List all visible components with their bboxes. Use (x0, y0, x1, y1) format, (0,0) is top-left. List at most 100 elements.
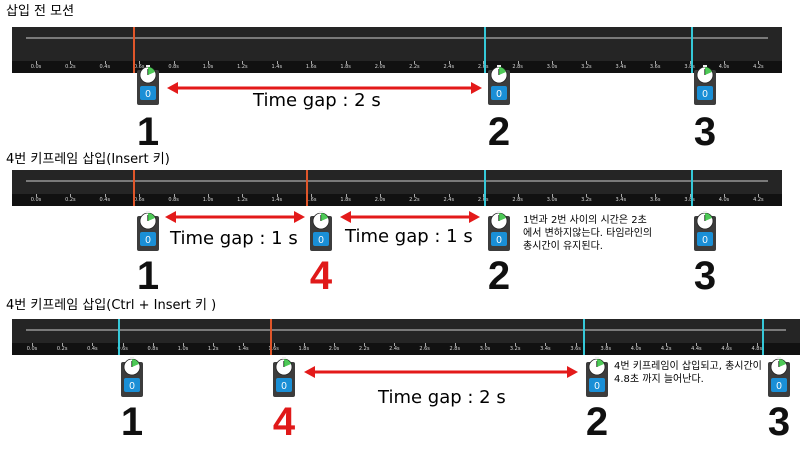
scale-tick-label: 1.2s (207, 346, 219, 352)
scale-tick-label: 3.6s (649, 197, 661, 203)
keyframe-stopwatch-icon[interactable]: 0 (585, 356, 609, 398)
scale-tick-label: 2.8s (512, 64, 523, 70)
svg-text:0: 0 (594, 381, 600, 392)
double-arrow-icon (165, 211, 305, 223)
keyframe-number: 1 (136, 254, 160, 298)
keyframe-stopwatch-icon[interactable]: 0 (136, 210, 160, 252)
keyframe-stopwatch-icon[interactable]: 0 (767, 356, 791, 398)
scale-tick-label: 2.4s (443, 64, 455, 70)
scale-tick-label: 1.8s (298, 346, 310, 352)
scale-tick-label: 1.2s (237, 197, 248, 203)
scale-tick-label: 0.0s (30, 64, 42, 70)
scale-tick-label: 1.0s (202, 197, 214, 203)
keyframe-stopwatch-icon[interactable]: 0 (487, 64, 511, 106)
scale-tick-label: 0.8s (168, 197, 179, 203)
section-title: 4번 키프레임 삽입(Ctrl + Insert 키 ) (6, 298, 217, 313)
time-gap-label: Time gap : 2 s (253, 90, 381, 111)
scale-tick-label: 3.2s (581, 64, 592, 70)
scale-tick-label: 0.4s (99, 64, 111, 70)
scale-tick-label: 4.2s (753, 197, 764, 203)
svg-text:0: 0 (145, 235, 151, 246)
svg-text:0: 0 (702, 235, 708, 246)
keyframe-number: 2 (585, 400, 609, 444)
scale-tick-label: 0.0s (26, 346, 38, 352)
keyframe-number: 3 (693, 110, 717, 154)
keyframe-3-marker[interactable] (762, 319, 764, 355)
keyframe-2-marker[interactable] (583, 319, 585, 355)
scale-tick-label: 1.0s (202, 64, 214, 70)
scale-tick-label: 3.0s (546, 64, 558, 70)
timeline-track[interactable] (26, 329, 786, 331)
scale-tick-label: 2.2s (409, 64, 420, 70)
scale-tick-label: 0.4s (99, 197, 111, 203)
keyframe-stopwatch-icon[interactable]: 0 (487, 210, 511, 252)
keyframe-number: 2 (487, 254, 511, 298)
keyframe-stopwatch-icon[interactable]: 0 (693, 210, 717, 252)
keyframe-2-marker[interactable] (484, 170, 486, 206)
explanation-note: 1번과 2번 사이의 시간은 2초 에서 변하지않는다. 타임라인의 총시간이 … (523, 215, 653, 252)
scale-tick-label: 3.8s (684, 197, 695, 203)
scale-tick-label: 0.4s (87, 346, 98, 352)
section-title: 4번 키프레임 삽입(Insert 키) (6, 152, 170, 167)
keyframe-4-marker[interactable] (306, 170, 308, 206)
playhead-marker[interactable] (118, 319, 120, 355)
scale-tick-label: 1.4s (238, 346, 249, 352)
keyframe-2-marker[interactable] (484, 27, 486, 73)
keyframe-number: 1 (120, 400, 144, 444)
scale-tick-label: 2.0s (328, 346, 340, 352)
svg-text:0: 0 (496, 89, 502, 100)
scale-tick-label: 0.0s (30, 197, 42, 203)
scale-tick-label: 1.8s (340, 197, 351, 203)
timeline-panel[interactable]: 0.0s 0.2s 0.4s 0.6s 0.8s 1.0s 1.2s 1.4s 1.6s 1.8s… (12, 27, 782, 73)
keyframe-stopwatch-icon[interactable]: 0 (272, 356, 296, 398)
scale-tick-label: 0.2s (65, 197, 76, 203)
timeline-track[interactable] (26, 180, 768, 182)
keyframe-stopwatch-icon[interactable]: 0 (120, 356, 144, 398)
timeline-track[interactable] (26, 37, 768, 39)
scale-tick-label: 1.8s (340, 64, 351, 70)
scale-tick-label: 2.6s (419, 346, 430, 352)
svg-text:0: 0 (496, 235, 502, 246)
scale-tick-label: 2.4s (389, 346, 400, 352)
keyframe-number: 3 (693, 254, 717, 298)
scale-tick-label: 4.2s (753, 64, 764, 70)
svg-text:0: 0 (702, 89, 708, 100)
scale-tick-label: 3.2s (509, 346, 521, 352)
scale-tick-label: 3.4s (615, 64, 627, 70)
timeline-panel[interactable]: 0.0s 0.2s 0.4s 0.6s 0.8s 1.0s 1.2s 1.4s 1.6s 1.8s… (12, 170, 782, 206)
time-gap-label: Time gap : 1 s (170, 228, 298, 249)
explanation-note: 4번 키프레임이 삽입되고, 총시간이 4.8초 까지 늘어난다. (614, 361, 762, 385)
keyframe-3-marker[interactable] (691, 170, 693, 206)
scale-tick-label: 2.8s (512, 197, 523, 203)
scale-tick-label: 0.2s (65, 64, 76, 70)
time-scale: 0.0s 0.2s 0.4s 0.6s 0.8s 1.0s 1.2s 1.4s 1.6s 1.8s… (12, 61, 782, 73)
keyframe-number: 4 (309, 254, 333, 298)
scale-tick-label: 3.4s (615, 197, 627, 203)
scale-tick-label: 1.4s (271, 197, 283, 203)
scale-tick-label: 2.0s (374, 197, 386, 203)
time-gap-label: Time gap : 2 s (378, 387, 506, 408)
scale-tick-label: 1.4s (271, 64, 283, 70)
scale-tick-label: 4.4s (691, 346, 702, 352)
playhead-marker[interactable] (133, 170, 135, 206)
scale-tick-label: 3.0s (546, 197, 558, 203)
scale-tick-label: 0.2s (56, 346, 68, 352)
keyframe-4-marker[interactable] (270, 319, 272, 355)
scale-tick-label: 0.8s (168, 64, 179, 70)
scale-tick-label: 4.0s (718, 64, 730, 70)
keyframe-stopwatch-icon[interactable]: 0 (136, 64, 160, 106)
svg-text:0: 0 (129, 381, 135, 392)
keyframe-stopwatch-icon[interactable]: 0 (309, 210, 333, 252)
scale-tick-label: 2.0s (374, 64, 386, 70)
time-scale: 0.0s 0.2s 0.4s 0.6s 0.8s 1.0s 1.2s 1.4s 1.6s 1.8s… (12, 343, 800, 355)
timeline-panel[interactable]: 0.0s 0.2s 0.4s 0.6s 0.8s 1.0s 1.2s 1.4s 1.6s 1.8s… (12, 319, 800, 355)
scale-tick-label: 1.0s (177, 346, 189, 352)
scale-tick-label: 4.0s (630, 346, 642, 352)
scale-tick-label: 3.6s (649, 64, 661, 70)
scale-tick-label: 1.2s (237, 64, 248, 70)
section-title: 삽입 전 모션 (6, 4, 75, 19)
playhead-marker[interactable] (133, 27, 135, 73)
keyframe-stopwatch-icon[interactable]: 0 (693, 64, 717, 106)
scale-tick-label: 2.8s (449, 346, 461, 352)
keyframe-number: 3 (767, 400, 791, 444)
